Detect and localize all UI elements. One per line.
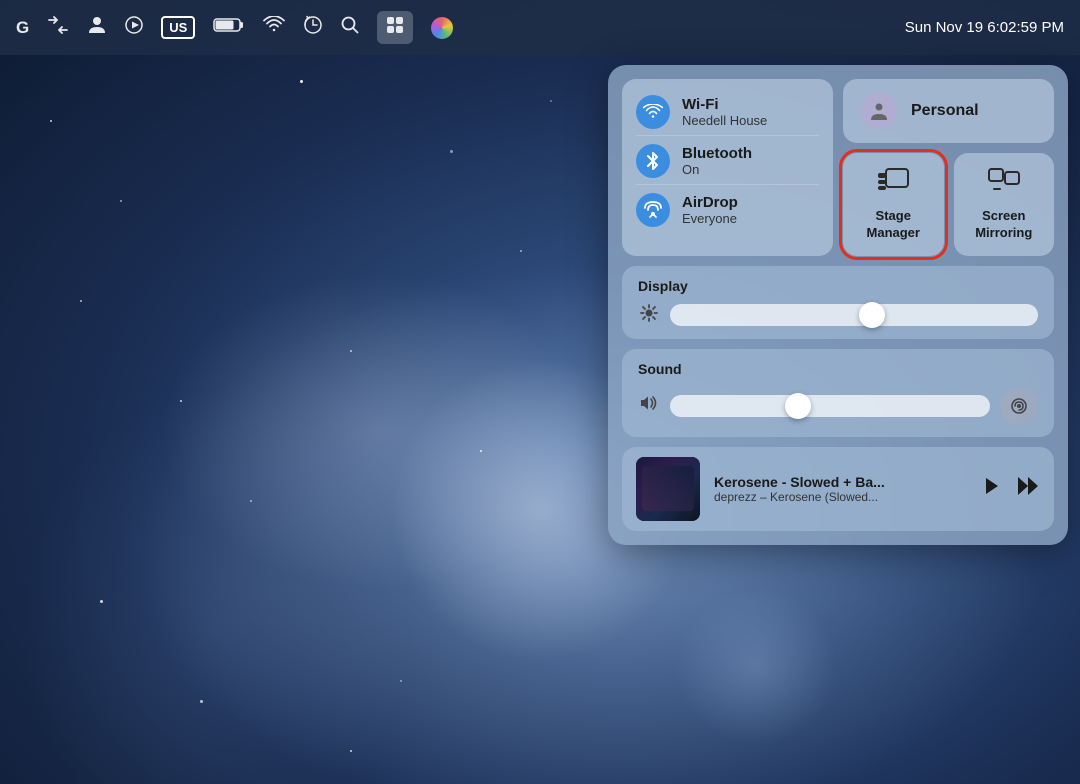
sound-section: Sound [622,349,1054,437]
network-tile: Wi-Fi Needell House Bluetooth On [622,79,833,256]
top-grid: Wi-Fi Needell House Bluetooth On [622,79,1054,256]
screen-mirroring-icon [987,167,1021,202]
play-icon[interactable] [125,16,143,39]
stage-screen-row: Stage Manager Screen Mirroring [843,153,1054,256]
personal-hotspot-label: Personal [911,102,979,120]
grammarly-icon[interactable]: G [16,18,29,38]
volume-slider[interactable] [670,395,990,417]
volume-icon [638,395,660,416]
track-artist: deprezz – Kerosene (Slowed... [714,490,966,504]
menubar-right: Sun Nov 19 6:02:59 PM [905,19,1064,36]
stage-manager-label: Stage Manager [857,208,930,242]
personal-hotspot-icon [861,93,897,129]
wifi-label: Wi-Fi Needell House [682,96,767,128]
control-center-panel: Wi-Fi Needell House Bluetooth On [608,65,1068,545]
sound-output-button[interactable] [1000,387,1038,425]
keyboard-input-icon[interactable]: US [161,16,195,39]
airdrop-label: AirDrop Everyone [682,194,738,226]
search-icon[interactable] [341,16,359,39]
actions-icon[interactable] [47,16,69,39]
track-name: Kerosene - Slowed + Ba... [714,474,966,490]
menubar-time: Sun Nov 19 6:02:59 PM [905,19,1064,36]
control-center-icon[interactable] [377,11,413,44]
brightness-thumb[interactable] [859,302,885,328]
display-label: Display [638,278,1038,294]
track-info: Kerosene - Slowed + Ba... deprezz – Kero… [714,474,966,504]
volume-thumb[interactable] [785,393,811,419]
album-art [636,457,700,521]
now-playing-section: Kerosene - Slowed + Ba... deprezz – Kero… [622,447,1054,531]
menu-bar: G US [0,0,1080,55]
siri-icon[interactable] [431,17,453,39]
play-button[interactable] [980,475,1002,503]
sound-label: Sound [638,361,1038,377]
wifi-icon[interactable] [263,16,285,39]
brightness-slider[interactable] [670,304,1038,326]
brightness-slider-row [638,304,1038,327]
bluetooth-row[interactable]: Bluetooth On [636,138,819,185]
screen-mirroring-label: Screen Mirroring [968,208,1041,242]
airdrop-row[interactable]: AirDrop Everyone [636,187,819,233]
playback-controls [980,475,1040,503]
battery-icon[interactable] [213,17,245,38]
stage-manager-tile[interactable]: Stage Manager [843,153,944,256]
menubar-left-icons: G US [16,11,905,44]
screen-mirroring-tile[interactable]: Screen Mirroring [954,153,1055,256]
time-machine-icon[interactable] [303,15,323,40]
right-column: Personal Stage Manager [843,79,1054,256]
airdrop-tile-icon [636,193,670,227]
wifi-row[interactable]: Wi-Fi Needell House [636,89,819,136]
sound-slider-row [638,387,1038,425]
user-icon[interactable] [87,15,107,40]
personal-hotspot-tile[interactable]: Personal [843,79,1054,143]
brightness-icon [638,304,660,327]
bluetooth-label: Bluetooth On [682,145,752,177]
wifi-tile-icon [636,95,670,129]
display-section: Display [622,266,1054,339]
bluetooth-tile-icon [636,144,670,178]
forward-button[interactable] [1016,475,1040,503]
stage-manager-icon [876,167,910,202]
